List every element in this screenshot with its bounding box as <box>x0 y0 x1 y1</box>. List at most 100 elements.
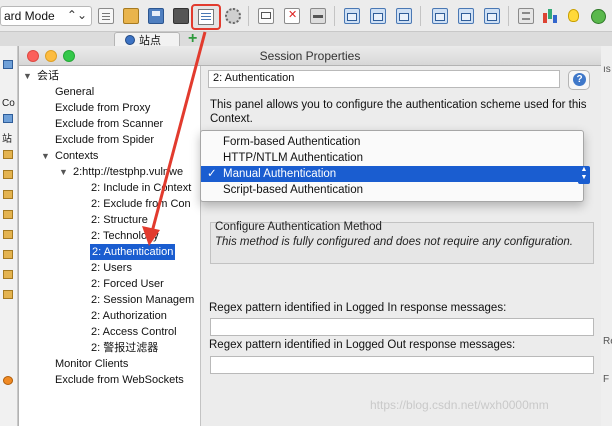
tree-item-label: General <box>55 86 95 98</box>
layout-icon[interactable] <box>258 8 274 24</box>
tree-item-context-url[interactable]: ▼ 2:http://testphp.vulnwe <box>59 164 183 180</box>
toolbar-divider <box>248 6 249 26</box>
session-properties-icon <box>198 9 214 25</box>
tree-item-label: Exclude from Proxy <box>55 102 151 114</box>
tree-item-label: 2: Forced User <box>91 278 164 290</box>
tree-item-exclude-spider[interactable]: Exclude from Spider <box>55 132 154 148</box>
scan-policy-icon[interactable] <box>518 8 534 24</box>
tree-item-authorization[interactable]: 2: Authorization <box>91 308 167 324</box>
auth-method-dropdown[interactable]: Form-based Authentication HTTP/NTLM Auth… <box>200 130 585 202</box>
tree-item-exclude-from-context[interactable]: 2: Exclude from Con <box>91 196 191 212</box>
folder-icon <box>3 250 13 259</box>
options-gear-icon[interactable] <box>225 8 241 24</box>
right-edge-text: F <box>603 374 610 385</box>
help-button[interactable]: ? <box>568 70 590 90</box>
expand-icon[interactable]: ▼ <box>41 148 50 164</box>
remove-icon[interactable] <box>284 8 300 24</box>
authentication-panel: 2: Authentication ? This panel allows yo… <box>202 66 601 426</box>
dialog-titlebar[interactable]: Session Properties <box>19 46 601 66</box>
globe-icon <box>125 35 135 45</box>
tree-item-users[interactable]: 2: Users <box>91 260 132 276</box>
folder-icon <box>3 290 13 299</box>
option-label: Form-based Authentication <box>223 136 361 148</box>
panel-description: This panel allows you to configure the a… <box>210 99 587 125</box>
right-edge-text: Re <box>603 336 612 347</box>
logged-in-regex-input[interactable] <box>210 318 594 336</box>
session-properties-button[interactable] <box>191 4 221 30</box>
tree-item-label: 2: 警报过滤器 <box>91 342 159 354</box>
folder-icon <box>3 190 13 199</box>
help-icon: ? <box>573 73 586 86</box>
snapshot-session-icon[interactable] <box>173 8 189 24</box>
tree-item-structure[interactable]: 2: Structure <box>91 212 148 228</box>
chevron-updown-icon: ⌃⌄ <box>66 8 87 22</box>
left-edge-text: Co <box>2 98 15 109</box>
tree-item-general[interactable]: General <box>55 84 94 100</box>
open-session-icon[interactable] <box>123 8 139 24</box>
tree-item-label: Contexts <box>55 150 99 162</box>
layout-split-icon[interactable] <box>370 8 386 24</box>
tree-item-label: 2: Structure <box>91 214 148 226</box>
layout-tabs-icon[interactable] <box>396 8 412 24</box>
view-icon-3[interactable] <box>484 8 500 24</box>
dropdown-stepper-icon[interactable]: ▲ ▼ <box>578 166 590 184</box>
tree-item-label: 2:http://testphp.vulnwe <box>73 166 184 178</box>
tree-item-authentication[interactable]: 2: Authentication <box>90 244 176 260</box>
folder-icon <box>3 170 13 179</box>
toolbar-divider <box>334 6 335 26</box>
tree-item-label: Exclude from Spider <box>55 134 155 146</box>
tree-item-exclude-scanner[interactable]: Exclude from Scanner <box>55 116 163 132</box>
tab-sites[interactable]: 站点 <box>114 32 180 47</box>
tree-item-forced-user[interactable]: 2: Forced User <box>91 276 164 292</box>
option-script-based[interactable]: Script-based Authentication <box>201 182 585 198</box>
tree-item-session[interactable]: ▼ 会话 <box>23 68 59 84</box>
tree-item-label: 2: Include in Context <box>91 182 192 194</box>
option-label: Manual Authentication <box>223 168 337 180</box>
option-label: Script-based Authentication <box>223 184 364 196</box>
view-icon-1[interactable] <box>432 8 448 24</box>
option-form-based[interactable]: Form-based Authentication <box>201 134 585 150</box>
option-http-ntlm[interactable]: HTTP/NTLM Authentication <box>201 150 585 166</box>
tree-item-contexts[interactable]: ▼ Contexts <box>41 148 98 164</box>
tree-item-session-management[interactable]: 2: Session Managem <box>91 292 194 308</box>
new-session-icon[interactable] <box>98 8 114 24</box>
logged-out-regex-input[interactable] <box>210 356 594 374</box>
fire-icon <box>3 376 13 385</box>
tree-item-exclude-websockets[interactable]: Exclude from WebSockets <box>55 372 184 388</box>
expand-icon[interactable]: ▼ <box>59 164 68 180</box>
chart-icon[interactable] <box>542 8 558 24</box>
globe-icon[interactable] <box>590 8 606 24</box>
tree-item-include-in-context[interactable]: 2: Include in Context <box>91 180 191 196</box>
hud-icon[interactable] <box>310 8 326 24</box>
toolbar-divider <box>420 6 421 26</box>
mode-select-label: ard Mode <box>4 9 55 23</box>
main-window-right-edge: ıs Re F <box>600 46 612 426</box>
tree-item-access-control[interactable]: 2: Access Control <box>91 324 177 340</box>
tree-item-monitor-clients[interactable]: Monitor Clients <box>55 356 128 372</box>
tree-item-exclude-proxy[interactable]: Exclude from Proxy <box>55 100 150 116</box>
option-manual[interactable]: ✓ Manual Authentication <box>201 166 585 182</box>
tree-item-label: Monitor Clients <box>55 358 129 370</box>
left-edge-text: 站 <box>2 134 12 145</box>
view-icon-2[interactable] <box>458 8 474 24</box>
tree-item-technology[interactable]: 2: Technology <box>91 228 159 244</box>
tree-item-alert-filters[interactable]: 2: 警报过滤器 <box>91 340 158 356</box>
tree-item-label: 2: Authentication <box>92 246 174 258</box>
save-session-icon[interactable] <box>148 8 164 24</box>
tree-item-label: 2: Session Managem <box>91 294 195 306</box>
expand-icon[interactable]: ▼ <box>23 68 32 84</box>
toolbar-divider <box>508 6 509 26</box>
lightbulb-icon[interactable] <box>565 8 581 24</box>
configure-method-text: This method is fully configured and does… <box>215 236 573 248</box>
tree-item-label: 2: Exclude from Con <box>91 198 191 210</box>
tree-item-label: Exclude from Scanner <box>55 118 164 130</box>
tree-item-label: 会话 <box>37 70 59 82</box>
watermark: https://blog.csdn.net/wxh0000mm <box>370 398 549 412</box>
layout-full-icon[interactable] <box>344 8 360 24</box>
panel-title: 2: Authentication <box>208 70 560 88</box>
main-toolbar: ard Mode ⌃⌄ <box>0 0 612 32</box>
mode-select[interactable]: ard Mode ⌃⌄ <box>0 6 92 26</box>
tree-item-label: 2: Users <box>91 262 132 274</box>
panel-title-text: 2: Authentication <box>213 72 295 84</box>
tree-item-label: 2: Technology <box>91 230 159 242</box>
